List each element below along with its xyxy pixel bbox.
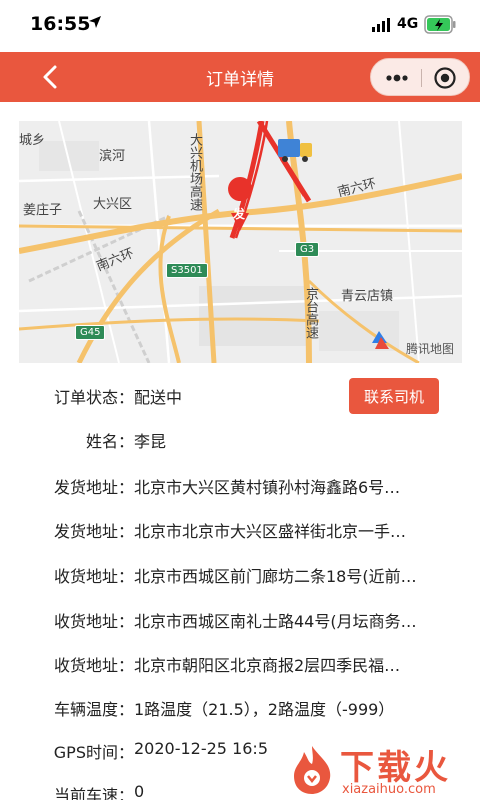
vehicle-temp-label: 车辆温度： [53,700,134,719]
receive-address-label: 收货地址： [53,612,134,631]
vehicle-temp-row: 车辆温度： 1路温度（21.5），2路温度（-999） [0,686,480,730]
name-label: 姓名： [85,432,134,451]
close-miniprogram-icon[interactable] [433,66,457,90]
ship-address-label: 发货地址： [53,522,134,541]
status-bar: 16:55 4G [0,0,480,52]
ship-address-row: 发货地址： 北京市北京市大兴区盛祥街北京一手… [0,508,480,552]
order-status-label: 订单状态： [53,388,134,407]
battery-charging-icon [424,15,456,34]
map-label: 京台高速 [303,287,318,339]
map-label: 青云店镇 [341,289,394,304]
map-label: 大兴机场高速 [187,133,202,211]
ship-address-label: 发货地址： [53,478,134,497]
receive-address-label: 收货地址： [53,656,134,675]
status-time: 16:55 [30,13,91,35]
flame-logo-icon [294,746,331,794]
order-status-value: 配送中 [134,388,183,407]
road-badge: S3501 [166,263,208,278]
origin-marker-label: 发 [233,207,246,221]
current-speed-label: 当前车速： [53,786,134,800]
map-provider-logo: 腾讯地图 [405,342,454,356]
vehicle-temp-value: 1路温度（21.5），2路温度（-999） [134,700,395,719]
ship-address-value: 北京市北京市大兴区盛祥街北京一手… [134,522,407,541]
watermark-site: xiazaihuo.com [342,782,436,797]
receive-address-label: 收货地址： [53,567,134,586]
receive-address-row: 收货地址： 北京市西城区南礼士路44号(月坛商务… [0,598,480,642]
watermark: 下载火 xiazaihuo.com [290,738,480,800]
more-icon[interactable] [383,68,411,88]
network-type: 4G [397,16,419,32]
map-label: 大兴区 [93,197,133,212]
road-badge: G45 [75,325,106,340]
miniprogram-capsule [370,58,470,96]
map-label: 姜庄子 [23,203,63,218]
name-value: 李昆 [134,432,167,451]
map-label: 城乡 [19,133,46,148]
road-badge: G3 [295,242,320,257]
receive-address-value: 北京市西城区前门廊坊二条18号(近前… [134,567,417,586]
gps-time-label: GPS时间： [53,743,134,762]
ship-address-row: 发货地址： 北京市大兴区黄村镇孙村海鑫路6号… [0,464,480,508]
receive-address-value: 北京市西城区南礼士路44号(月坛商务… [134,612,417,631]
map-label: 滨河 [99,149,126,164]
signal-icon [372,18,390,32]
name-row: 姓名： 李昆 [0,418,480,462]
nav-bar: 订单详情 [0,52,480,102]
map-view[interactable]: 城乡 滨河 大兴机场高速 姜庄子 大兴区 南六环 南六环 青云店镇 京台高速 S… [19,121,462,363]
location-arrow-icon [89,16,101,28]
contact-driver-button[interactable]: 联系司机 [349,378,439,414]
receive-address-row: 收货地址： 北京市西城区前门廊坊二条18号(近前… [0,553,480,597]
receive-address-value: 北京市朝阳区北京商报2层四季民福… [134,656,401,675]
ship-address-value: 北京市大兴区黄村镇孙村海鑫路6号… [134,478,401,497]
capsule-divider [421,69,422,87]
receive-address-row: 收货地址： 北京市朝阳区北京商报2层四季民福… [0,642,480,686]
